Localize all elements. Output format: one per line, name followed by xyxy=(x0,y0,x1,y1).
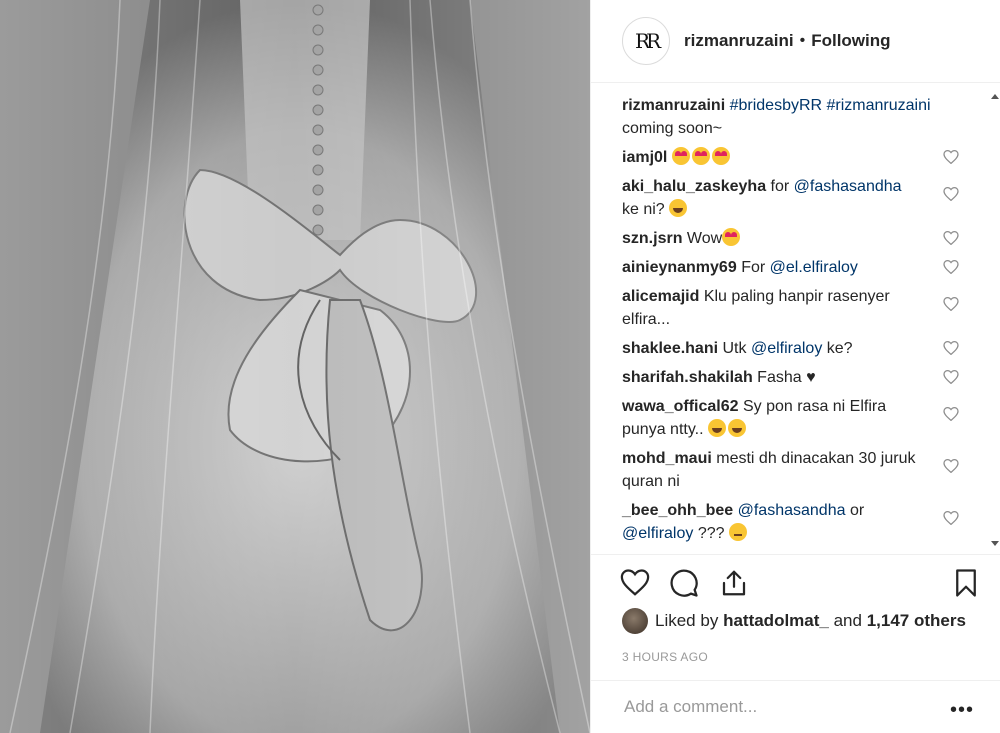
like-comment-heart-icon[interactable] xyxy=(943,459,959,473)
comment-mention[interactable]: @elfiraloy xyxy=(751,340,822,357)
like-comment-heart-icon[interactable] xyxy=(943,260,959,274)
likes-prefix: Liked by xyxy=(655,611,719,630)
bride-dress-illustration xyxy=(0,0,590,733)
like-comment-heart-icon[interactable] xyxy=(943,187,959,201)
comment-text: or xyxy=(849,502,865,519)
caption: rizmanruzaini #bridesbyRR #rizmanruzaini… xyxy=(622,94,991,140)
caption-username[interactable]: rizmanruzaini xyxy=(622,97,725,114)
add-comment-bar: ••• xyxy=(591,680,1000,733)
save-bookmark-icon[interactable] xyxy=(951,568,981,598)
comment-item: sharifah.shakilah Fasha ♥ xyxy=(622,366,991,389)
account-avatar[interactable]: RR xyxy=(622,17,670,65)
action-bar xyxy=(591,554,1000,615)
comment-mention[interactable]: @fashasandha xyxy=(794,178,902,195)
comment-item: wawa_offical62 Sy pon rasa ni Elfira pun… xyxy=(622,395,991,441)
comment-text: Wow xyxy=(686,230,723,247)
comment-item: shaklee.hani Utk @elfiraloy ke? xyxy=(622,337,991,360)
comment-username[interactable]: ainieynanmy69 xyxy=(622,259,737,276)
comment-username[interactable]: wawa_offical62 xyxy=(622,398,739,415)
heart-eyes-emoji-icon xyxy=(722,228,741,246)
comment-item: _bee_ohh_bee @fashasandha or @elfiraloy … xyxy=(622,499,991,545)
comments-scrollbar[interactable] xyxy=(990,90,1000,554)
like-comment-heart-icon[interactable] xyxy=(943,231,959,245)
likes-count[interactable]: 1,147 others xyxy=(867,611,966,631)
comment-text: for xyxy=(770,178,790,195)
header-username[interactable]: rizmanruzaini xyxy=(684,31,794,51)
header-separator: • xyxy=(799,32,806,49)
comment-bubble-icon[interactable] xyxy=(669,568,699,598)
like-comment-heart-icon[interactable] xyxy=(943,341,959,355)
like-heart-icon[interactable] xyxy=(620,568,650,598)
comment-username[interactable]: aki_halu_zaskeyha xyxy=(622,178,766,195)
comment-text: For xyxy=(741,259,766,276)
comment-username[interactable]: alicemajid xyxy=(622,288,699,305)
grin-emoji-icon xyxy=(727,419,746,437)
liker-username[interactable]: hattadolmat_ xyxy=(723,611,829,631)
more-options-icon[interactable]: ••• xyxy=(950,699,974,722)
comment-item: szn.jsrn Wow xyxy=(622,227,991,250)
comment-item: ainieynanmy69 For @el.elfiraloy xyxy=(622,256,991,279)
heart-eyes-emoji-icon xyxy=(711,147,730,165)
comment-username[interactable]: szn.jsrn xyxy=(622,230,682,247)
grin-emoji-icon xyxy=(707,419,726,437)
comment-text-continued: ke ni? xyxy=(622,201,665,218)
comment-text-continued: ??? xyxy=(697,525,725,542)
heart-eyes-emoji-icon xyxy=(671,147,690,165)
thinking-emoji-icon xyxy=(728,523,747,541)
heart-eyes-emoji-icon xyxy=(691,147,710,165)
comment-username[interactable]: shaklee.hani xyxy=(622,340,718,357)
comment-text-continued: ke? xyxy=(826,340,853,357)
post-header: RR rizmanruzaini • Following xyxy=(591,0,1000,83)
caption-hashtags[interactable]: #bridesbyRR #rizmanruzaini xyxy=(730,97,931,114)
like-comment-heart-icon[interactable] xyxy=(943,370,959,384)
comment-username[interactable]: mohd_maui xyxy=(622,450,712,467)
post-side-panel: RR rizmanruzaini • Following rizmanruzai… xyxy=(590,0,1000,733)
comment-item: aki_halu_zaskeyha for @fashasandha ke ni… xyxy=(622,175,991,221)
like-comment-heart-icon[interactable] xyxy=(943,150,959,164)
comment-item: mohd_maui mesti dh dinacakan 30 juruk qu… xyxy=(622,447,991,493)
comment-list: rizmanruzaini #bridesbyRR #rizmanruzaini… xyxy=(591,94,991,554)
post-photo[interactable] xyxy=(0,0,590,733)
like-comment-heart-icon[interactable] xyxy=(943,407,959,421)
comment-item: iamj0l xyxy=(622,146,991,169)
likes-and: and xyxy=(833,611,862,630)
comment-text: Utk xyxy=(722,340,747,357)
comment-username[interactable]: sharifah.shakilah xyxy=(622,369,753,386)
following-button[interactable]: Following xyxy=(811,31,890,51)
like-comment-heart-icon[interactable] xyxy=(943,297,959,311)
comment-username[interactable]: _bee_ohh_bee xyxy=(622,502,733,519)
add-comment-input[interactable] xyxy=(622,696,926,718)
logo-text: RR xyxy=(634,29,661,53)
scroll-up-arrow-icon[interactable] xyxy=(991,94,999,99)
black-heart-icon: ♥ xyxy=(806,369,816,386)
comment-mention[interactable]: @elfiraloy xyxy=(622,525,693,542)
likes-summary: Liked by hattadolmat_ and 1,147 others xyxy=(622,608,966,634)
post-timestamp[interactable]: 3 HOURS AGO xyxy=(622,650,708,664)
comment-text: Fasha xyxy=(757,369,802,386)
liker-avatar[interactable] xyxy=(622,608,648,634)
rofl-emoji-icon xyxy=(669,199,688,217)
like-comment-heart-icon[interactable] xyxy=(943,511,959,525)
share-icon[interactable] xyxy=(719,568,749,598)
comment-item: alicemajid Klu paling hanpir rasenyer el… xyxy=(622,285,991,331)
scroll-down-arrow-icon[interactable] xyxy=(991,541,999,546)
caption-text: coming soon~ xyxy=(622,120,723,137)
comment-username[interactable]: iamj0l xyxy=(622,149,667,166)
instagram-post-window: RR rizmanruzaini • Following rizmanruzai… xyxy=(0,0,1000,733)
comment-mention[interactable]: @fashasandha xyxy=(738,502,846,519)
comment-mention[interactable]: @el.elfiraloy xyxy=(770,259,858,276)
